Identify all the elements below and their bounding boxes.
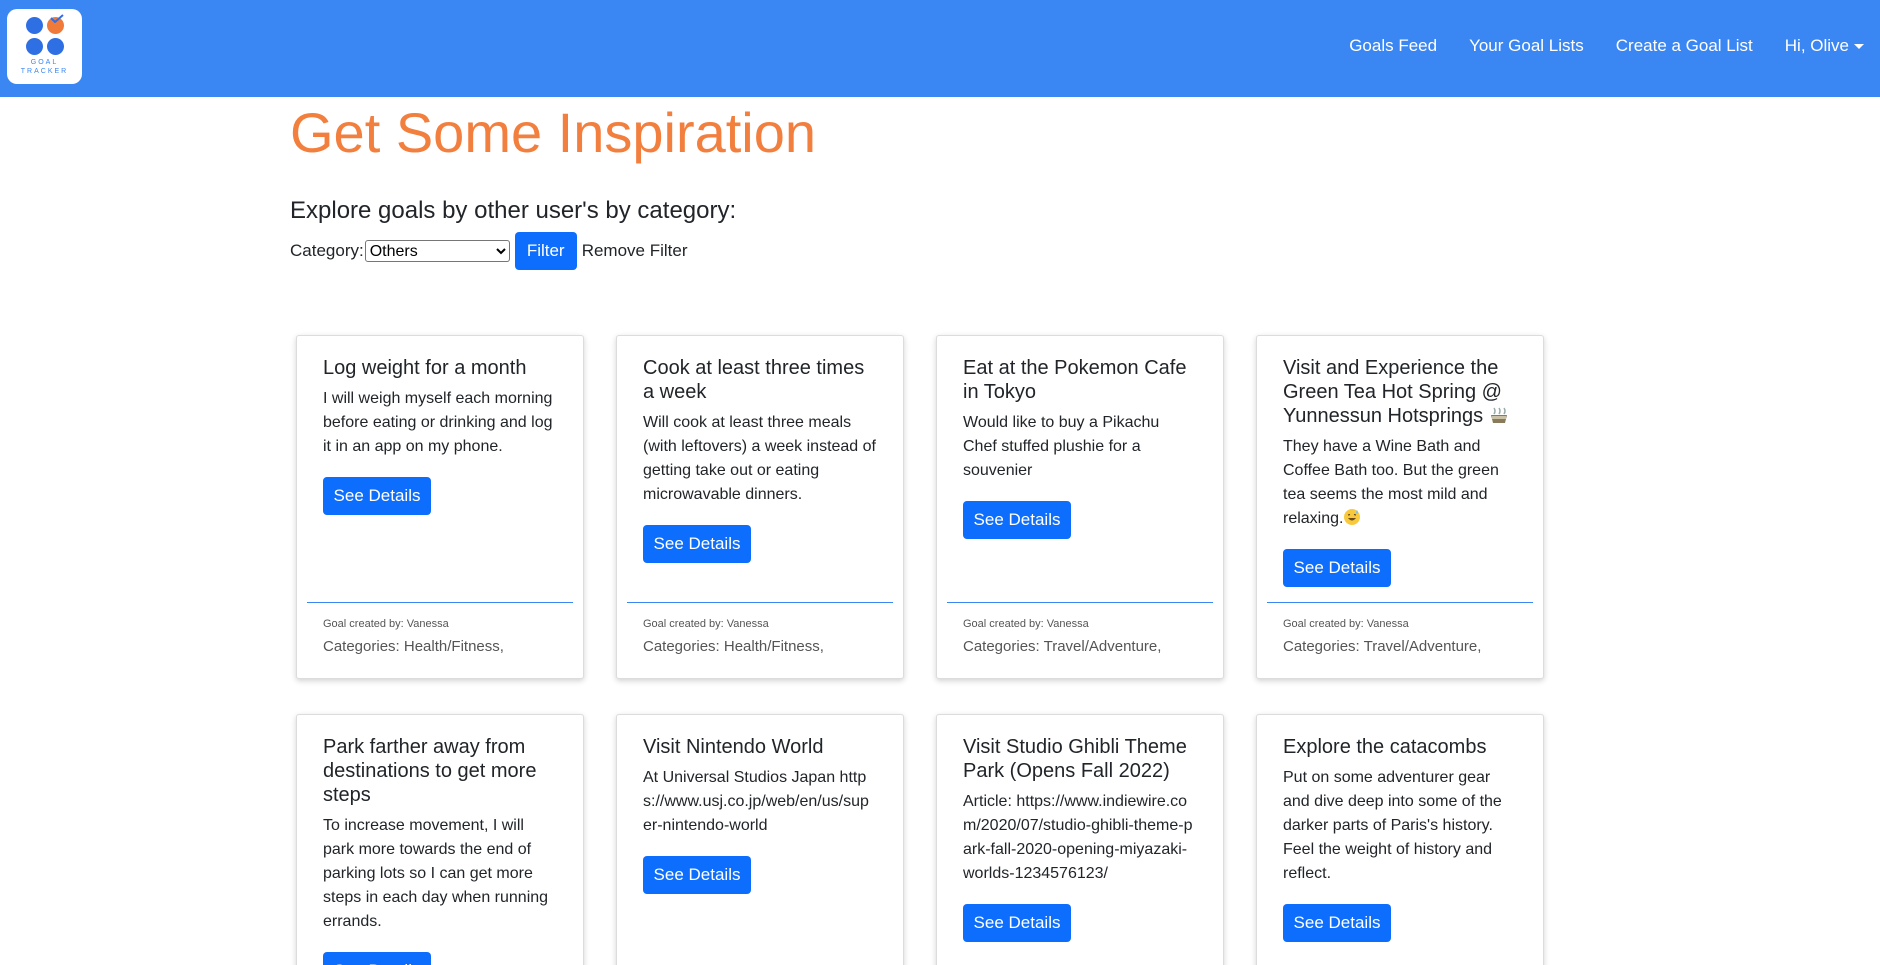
category-filter-form: Category: Others Filter Remove Filter (290, 232, 688, 270)
goal-title: Visit Studio Ghibli Theme Park (Opens Fa… (963, 736, 1187, 782)
see-details-button[interactable]: See Details (323, 952, 431, 965)
goal-description-text: They have a Wine Bath and Coffee Bath to… (1283, 438, 1499, 527)
goal-description: Will cook at least three meals (with lef… (643, 414, 876, 503)
caret-down-icon (1854, 44, 1864, 50)
category-select[interactable]: Others (364, 240, 510, 262)
goal-description: Put on some adventurer gear and dive dee… (1283, 769, 1502, 882)
goal-card: Cook at least three times a week Will co… (616, 335, 904, 679)
card-footer: Goal created by: Vanessa Categories: Tra… (947, 602, 1213, 678)
see-details-button[interactable]: See Details (963, 904, 1071, 942)
see-details-button[interactable]: See Details (1283, 549, 1391, 587)
goal-description: To increase movement, I will park more t… (323, 817, 549, 930)
nav-goals-feed[interactable]: Goals Feed (1349, 36, 1437, 56)
hot-spring-bath-icon (1490, 407, 1507, 423)
goal-categories: Categories: Health/Fitness, (323, 638, 504, 655)
goal-card: Visit Studio Ghibli Theme Park (Opens Fa… (936, 714, 1224, 965)
logo-dot (26, 38, 43, 55)
logo-text: TRACKER (20, 68, 69, 75)
remove-filter-link[interactable]: Remove Filter (582, 241, 688, 261)
see-details-button[interactable]: See Details (1283, 904, 1391, 942)
goal-description: Would like to buy a Pikachu Chef stuffed… (963, 414, 1160, 479)
user-menu-dropdown[interactable]: Hi, Olive (1785, 36, 1864, 56)
goal-categories: Categories: Travel/Adventure, (1283, 638, 1482, 655)
goal-card: Eat at the Pokemon Cafe in Tokyo Would l… (936, 335, 1224, 679)
see-details-button[interactable]: See Details (323, 477, 431, 515)
goal-title: Park farther away from destinations to g… (323, 736, 537, 806)
goal-card: Park farther away from destinations to g… (296, 714, 584, 965)
goal-description: Article: https://www.indiewire.com/2020/… (963, 793, 1193, 882)
checkmark-icon (50, 14, 64, 23)
goal-tracker-logo[interactable]: GOAL TRACKER (7, 9, 82, 84)
page-subtitle: Explore goals by other user's by categor… (290, 197, 737, 224)
goal-title: Cook at least three times a week (643, 357, 865, 403)
goal-creator: Goal created by: Vanessa (1283, 618, 1409, 630)
goal-categories: Categories: Health/Fitness, (643, 638, 824, 655)
goal-title: Visit and Experience the Green Tea Hot S… (1283, 356, 1517, 428)
goal-title: Log weight for a month (323, 357, 527, 379)
logo-dot (47, 38, 64, 55)
goal-card: Visit and Experience the Green Tea Hot S… (1256, 335, 1544, 679)
goal-title: Eat at the Pokemon Cafe in Tokyo (963, 357, 1187, 403)
nav-your-goal-lists[interactable]: Your Goal Lists (1469, 36, 1584, 56)
card-footer: Goal created by: Vanessa Categories: Hea… (307, 602, 573, 678)
nav-create-goal-list[interactable]: Create a Goal List (1616, 36, 1753, 56)
goal-categories: Categories: Travel/Adventure, (963, 638, 1162, 655)
logo-text: GOAL (30, 59, 59, 66)
user-greeting: Hi, Olive (1784, 36, 1849, 55)
category-label: Category: (290, 241, 364, 260)
nav-links: Goals Feed Your Goal Lists Create a Goal… (1349, 36, 1864, 56)
logo-dot (26, 17, 43, 34)
see-details-button[interactable]: See Details (963, 501, 1071, 539)
page-title: Get Some Inspiration (290, 101, 817, 164)
goal-description: I will weigh myself each morning before … (323, 390, 553, 455)
navbar: GOAL TRACKER Goals Feed Your Goal Lists … (0, 0, 1880, 97)
goal-card: Visit Nintendo World At Universal Studio… (616, 714, 904, 965)
goal-card: Explore the catacombs Put on some advent… (1256, 714, 1544, 965)
see-details-button[interactable]: See Details (643, 856, 751, 894)
filter-button[interactable]: Filter (514, 232, 577, 270)
goal-creator: Goal created by: Vanessa (323, 618, 449, 630)
goal-creator: Goal created by: Vanessa (643, 618, 769, 630)
sweat-smile-icon (1344, 509, 1361, 525)
goal-card: Log weight for a month I will weigh myse… (296, 335, 584, 679)
card-footer: Goal created by: Vanessa Categories: Tra… (1267, 602, 1533, 678)
card-footer: Goal created by: Vanessa Categories: Hea… (627, 602, 893, 678)
goal-title: Explore the catacombs (1283, 736, 1487, 758)
goal-title-text: Visit and Experience the Green Tea Hot S… (1283, 357, 1502, 427)
goal-description: At Universal Studios Japan https://www.u… (643, 769, 869, 834)
goal-creator: Goal created by: Vanessa (963, 618, 1089, 630)
goal-description: They have a Wine Bath and Coffee Bath to… (1283, 435, 1517, 531)
goal-title: Visit Nintendo World (643, 736, 824, 758)
see-details-button[interactable]: See Details (643, 525, 751, 563)
